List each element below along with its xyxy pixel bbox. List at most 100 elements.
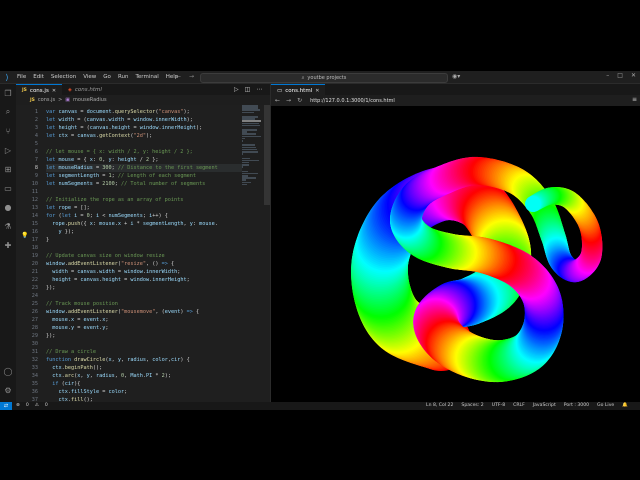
code-token: addEventListener [67,309,118,315]
menu-view[interactable]: View [83,74,96,80]
language-mode[interactable]: JavaScript [533,403,556,408]
code-line[interactable]: width = canvas.width = window.innerWidth… [46,268,242,276]
code-line[interactable]: // Update canvas size on window resize [46,252,242,260]
copilot-icon[interactable]: ◉▾ [452,73,460,80]
code-line[interactable]: height = canvas.height = window.innerHei… [46,276,242,284]
code-token: = ( [77,125,90,131]
reload-icon[interactable]: ↻ [297,97,302,104]
line-number: 29 [31,333,38,339]
code-line[interactable]: mouse.y = event.y; [46,324,242,332]
code-line[interactable]: }); [46,284,242,292]
browser-viewport[interactable] [271,106,640,402]
run-debug-icon[interactable]: ▷ [3,145,13,155]
code-editor[interactable]: 1 2 3 4 5 6 7 8 9 10 11 12 13 14 15 16 17 18 19 20 21 22 23 24 2… [16,105,270,402]
code-line[interactable]: let width = (canvas.width = window.inner… [46,116,242,124]
line-number: 34 [31,373,38,379]
code-line[interactable]: let mouse = { x: 0, y: height / 2 }; [46,156,242,164]
maximize-icon[interactable]: □ [617,72,623,79]
command-center-search[interactable]: ⌕ youtbe projects [200,73,448,83]
close-tab-icon[interactable]: ✕ [52,88,56,94]
code-line[interactable]: let segmentLength = 1; // Length of each… [46,172,242,180]
code-line[interactable]: // Draw a circle [46,348,242,356]
manage-gear-icon[interactable]: ⚙ [3,385,13,395]
code-token: { [192,309,200,315]
lightbulb-icon[interactable]: 💡 [21,232,28,239]
code-line[interactable]: let mouseRadius = 300; // Distance to th… [46,164,242,172]
code-line[interactable]: // Track mouse position [46,300,242,308]
line-number: 27 [31,317,38,323]
code-line[interactable]: function drawCircle(x, y, radius, color,… [46,356,242,364]
back-arrow-icon[interactable]: ← [176,73,181,80]
code-token: = [121,277,131,283]
testing-icon[interactable]: ⚗ [3,221,13,231]
line-ending[interactable]: CRLF [513,403,525,408]
go-live-button[interactable]: Go Live [597,403,614,408]
code-line[interactable]: ctx.arc(x, y, radius, 0, Math.PI * 2); [46,372,242,380]
remote-explorer-icon[interactable]: ▭ [3,183,13,193]
code-line[interactable]: var canvas = document.querySelector("can… [46,108,242,116]
source-control-icon[interactable]: ⑂ [3,126,13,136]
code-line[interactable] [46,140,242,148]
live-server-port[interactable]: Port : 3000 [564,403,589,408]
code-line[interactable]: let height = (canvas.height = window.inn… [46,124,242,132]
code-line[interactable]: ctx.beginPath(); [46,364,242,372]
line-number: 3 [34,125,38,131]
code-line[interactable]: let numSegments = 2100; // Total number … [46,180,242,188]
split-editor-icon[interactable]: ◫ [245,86,251,93]
code-line[interactable] [46,244,242,252]
code-line[interactable]: for (let i = 0; i < numSegments; i++) { [46,212,242,220]
breadcrumb-symbol[interactable]: mouseRadius [73,97,107,103]
tab-cons-js[interactable]: JS cons.js ✕ [16,84,63,96]
code-line[interactable]: let ctx = canvas.getContext("2d"); [46,132,242,140]
github-icon[interactable]: ● [3,202,13,212]
menu-terminal[interactable]: Terminal [135,74,158,80]
encoding[interactable]: UTF-8 [492,403,505,408]
menu-selection[interactable]: Selection [51,74,76,80]
code-lines[interactable]: var canvas = document.querySelector("can… [46,108,242,402]
more-actions-icon[interactable]: ⋯ [256,86,262,93]
code-line[interactable]: window.addEventListener("mousemove", (ev… [46,308,242,316]
line-number: 15 [31,221,38,227]
code-line[interactable] [46,188,242,196]
code-line[interactable]: rope.push({ x: mouse.x + i * segmentLeng… [46,220,242,228]
code-line[interactable] [46,292,242,300]
code-line[interactable]: }); [46,332,242,340]
code-line[interactable]: mouse.x = event.x; [46,316,242,324]
code-line[interactable]: window.addEventListener("resize", () => … [46,260,242,268]
notifications-icon[interactable]: 🔔 [622,403,628,408]
search-view-icon[interactable]: ⌕ [3,107,13,117]
menu-edit[interactable]: Edit [33,74,44,80]
cursor-position[interactable]: Ln 8, Col 22 [426,403,453,408]
problems-indicator[interactable]: ⊗ 0 ⚠ 0 [16,403,48,408]
tab-cons-html[interactable]: ◈ cons.html [62,84,108,95]
browser-forward-icon[interactable]: → [286,97,291,104]
menu-file[interactable]: File [17,74,26,80]
extensions-icon[interactable]: ⊞ [3,164,13,174]
code-line[interactable]: } [46,236,242,244]
menu-go[interactable]: Go [103,74,111,80]
code-line[interactable]: // Initialize the rope as an array of po… [46,196,242,204]
code-line[interactable]: let rope = []; [46,204,242,212]
code-line[interactable]: y }); [46,228,242,236]
remote-indicator-icon[interactable]: ⇄ [0,402,12,410]
indentation[interactable]: Spaces: 2 [461,403,483,408]
close-tab-icon[interactable]: ✕ [315,88,319,94]
minimize-icon[interactable]: – [606,72,609,79]
minimap[interactable] [242,105,262,215]
code-line[interactable]: ctx.fillStyle = color; [46,388,242,396]
code-token: innerHeight [161,125,196,131]
code-line[interactable]: // let mouse = { x: width / 2, y: height… [46,148,242,156]
account-icon[interactable]: ◯ [3,366,13,376]
run-file-icon[interactable]: ▷ [234,86,239,93]
breadcrumb-file[interactable]: cons.js [38,97,55,103]
forward-arrow-icon[interactable]: → [189,73,194,80]
close-window-icon[interactable]: ✕ [631,72,636,79]
browser-back-icon[interactable]: ← [275,97,280,104]
puzzle-icon[interactable]: ✚ [3,240,13,250]
menu-run[interactable]: Run [118,74,129,80]
code-line[interactable]: if (cir){ [46,380,242,388]
explorer-icon[interactable]: ❐ [3,88,13,98]
browser-menu-icon[interactable]: ≡ [632,96,637,103]
code-line[interactable] [46,340,242,348]
url-bar[interactable]: http://127.0.0.1:3000/1/cons.html [310,96,627,105]
